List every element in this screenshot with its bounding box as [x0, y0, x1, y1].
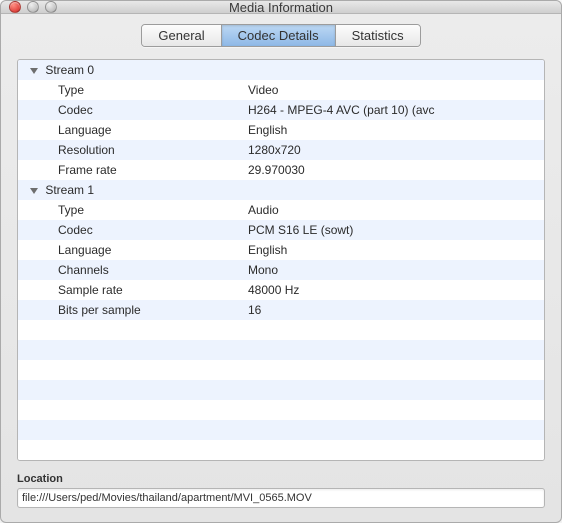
property-row[interactable]: Type Audio	[18, 200, 544, 220]
empty-row	[18, 380, 544, 400]
property-value: 1280x720	[248, 143, 544, 157]
stream-header-label: Stream 0	[45, 63, 94, 77]
property-row[interactable]: Resolution 1280x720	[18, 140, 544, 160]
property-value: Video	[248, 83, 544, 97]
media-information-window: Media Information General Codec Details …	[0, 0, 562, 523]
empty-row	[18, 360, 544, 380]
property-key: Bits per sample	[18, 303, 248, 317]
property-key: Codec	[18, 103, 248, 117]
stream-header-label: Stream 1	[45, 183, 94, 197]
property-row[interactable]: Codec PCM S16 LE (sowt)	[18, 220, 544, 240]
property-row[interactable]: Frame rate 29.970030	[18, 160, 544, 180]
property-value: 29.970030	[248, 163, 544, 177]
close-button[interactable]	[9, 1, 21, 13]
content-area: Stream 0 Type Video Codec H264 - MPEG-4 …	[17, 59, 545, 461]
property-row[interactable]: Codec H264 - MPEG-4 AVC (part 10) (avc	[18, 100, 544, 120]
property-key: Sample rate	[18, 283, 248, 297]
property-key: Channels	[18, 263, 248, 277]
property-key: Codec	[18, 223, 248, 237]
tab-bar: General Codec Details Statistics	[1, 24, 561, 47]
property-value: Audio	[248, 203, 544, 217]
property-row[interactable]: Bits per sample 16	[18, 300, 544, 320]
property-value: English	[248, 243, 544, 257]
location-field[interactable]	[17, 488, 545, 508]
property-row[interactable]: Sample rate 48000 Hz	[18, 280, 544, 300]
property-key: Type	[18, 83, 248, 97]
minimize-button[interactable]	[27, 1, 39, 13]
property-value: PCM S16 LE (sowt)	[248, 223, 544, 237]
property-value: 48000 Hz	[248, 283, 544, 297]
property-row[interactable]: Language English	[18, 120, 544, 140]
titlebar[interactable]: Media Information	[1, 1, 561, 14]
property-value: Mono	[248, 263, 544, 277]
property-key: Language	[18, 123, 248, 137]
stream-header[interactable]: Stream 1	[18, 180, 544, 200]
codec-details-list[interactable]: Stream 0 Type Video Codec H264 - MPEG-4 …	[17, 59, 545, 461]
property-value: 16	[248, 303, 544, 317]
property-key: Resolution	[18, 143, 248, 157]
property-value: H264 - MPEG-4 AVC (part 10) (avc	[248, 103, 544, 117]
zoom-button[interactable]	[45, 1, 57, 13]
empty-row	[18, 320, 544, 340]
property-value: English	[248, 123, 544, 137]
location-label: Location	[17, 473, 545, 485]
traffic-lights	[1, 1, 57, 13]
tab-general[interactable]: General	[142, 25, 221, 46]
property-key: Language	[18, 243, 248, 257]
stream-header[interactable]: Stream 0	[18, 60, 544, 80]
footer: Location	[1, 469, 561, 522]
property-row[interactable]: Language English	[18, 240, 544, 260]
empty-row	[18, 400, 544, 420]
disclosure-triangle-icon[interactable]	[30, 188, 38, 194]
tab-statistics[interactable]: Statistics	[336, 25, 420, 46]
tab-codec-details[interactable]: Codec Details	[222, 25, 336, 46]
segmented-tabs: General Codec Details Statistics	[141, 24, 420, 47]
empty-row	[18, 340, 544, 360]
window-title: Media Information	[1, 0, 561, 15]
empty-row	[18, 440, 544, 460]
empty-row	[18, 420, 544, 440]
property-key: Frame rate	[18, 163, 248, 177]
disclosure-triangle-icon[interactable]	[30, 68, 38, 74]
property-row[interactable]: Type Video	[18, 80, 544, 100]
property-key: Type	[18, 203, 248, 217]
property-row[interactable]: Channels Mono	[18, 260, 544, 280]
